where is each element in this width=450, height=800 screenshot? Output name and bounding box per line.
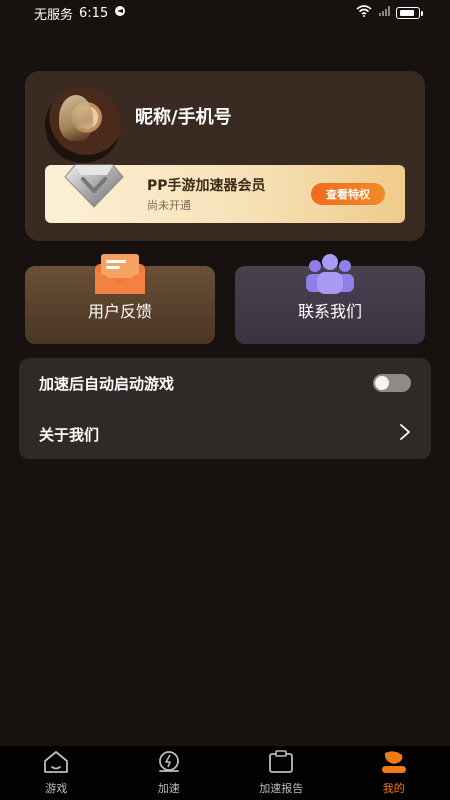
user-icon — [380, 750, 408, 777]
chevron-right-icon — [399, 423, 411, 445]
feedback-button[interactable]: 用户反馈 — [25, 254, 215, 344]
speed-icon — [155, 750, 183, 777]
group-icon — [303, 254, 357, 298]
vip-title: PP手游加速器会员 — [147, 178, 266, 194]
status-left: 无服务 6:15 — [34, 4, 126, 23]
nickname-label[interactable]: 昵称/手机号 — [135, 103, 232, 129]
tab-report[interactable]: 加速报告 — [225, 746, 338, 800]
settings-card: 加速后自动启动游戏 关于我们 — [19, 358, 431, 459]
notification-icon — [114, 5, 126, 21]
tab-games[interactable]: 游戏 — [0, 746, 113, 800]
wifi-icon — [356, 5, 372, 21]
contact-us-button[interactable]: 联系我们 — [235, 254, 425, 344]
mail-icon — [93, 254, 147, 300]
vip-banner[interactable]: PP手游加速器会员 尚未开通 查看特权 — [45, 164, 405, 223]
diamond-icon — [63, 159, 125, 211]
tab-speed[interactable]: 加速 — [113, 746, 226, 800]
signal-icon — [378, 5, 390, 21]
auto-launch-label: 加速后自动启动游戏 — [39, 374, 175, 393]
about-us-label: 关于我们 — [39, 425, 100, 444]
battery-icon — [396, 7, 423, 19]
report-icon — [267, 750, 295, 777]
view-privileges-button[interactable]: 查看特权 — [311, 183, 385, 205]
auto-launch-row: 加速后自动启动游戏 — [19, 358, 431, 408]
tab-speed-label: 加速 — [157, 782, 180, 795]
tab-mine-label: 我的 — [382, 782, 405, 795]
profile-card: 昵称/手机号 PP手游加速器会员 尚未开通 查看特权 — [25, 71, 425, 241]
status-right — [356, 5, 423, 21]
contact-label: 联系我们 — [297, 302, 362, 321]
avatar[interactable] — [45, 87, 121, 163]
clock-text: 6:15 — [79, 5, 109, 21]
bottom-tab-bar: 游戏 加速 加速报告 我的 — [0, 746, 450, 800]
carrier-text: 无服务 — [34, 7, 74, 23]
about-us-row[interactable]: 关于我们 — [19, 409, 431, 459]
tab-games-label: 游戏 — [45, 782, 68, 795]
auto-launch-toggle[interactable] — [373, 374, 411, 392]
status-bar: 无服务 6:15 — [0, 0, 450, 26]
tab-report-label: 加速报告 — [259, 782, 304, 795]
feedback-label: 用户反馈 — [87, 302, 152, 321]
vip-status: 尚未开通 — [147, 199, 191, 212]
tab-mine[interactable]: 我的 — [338, 746, 450, 800]
home-icon — [42, 750, 70, 777]
